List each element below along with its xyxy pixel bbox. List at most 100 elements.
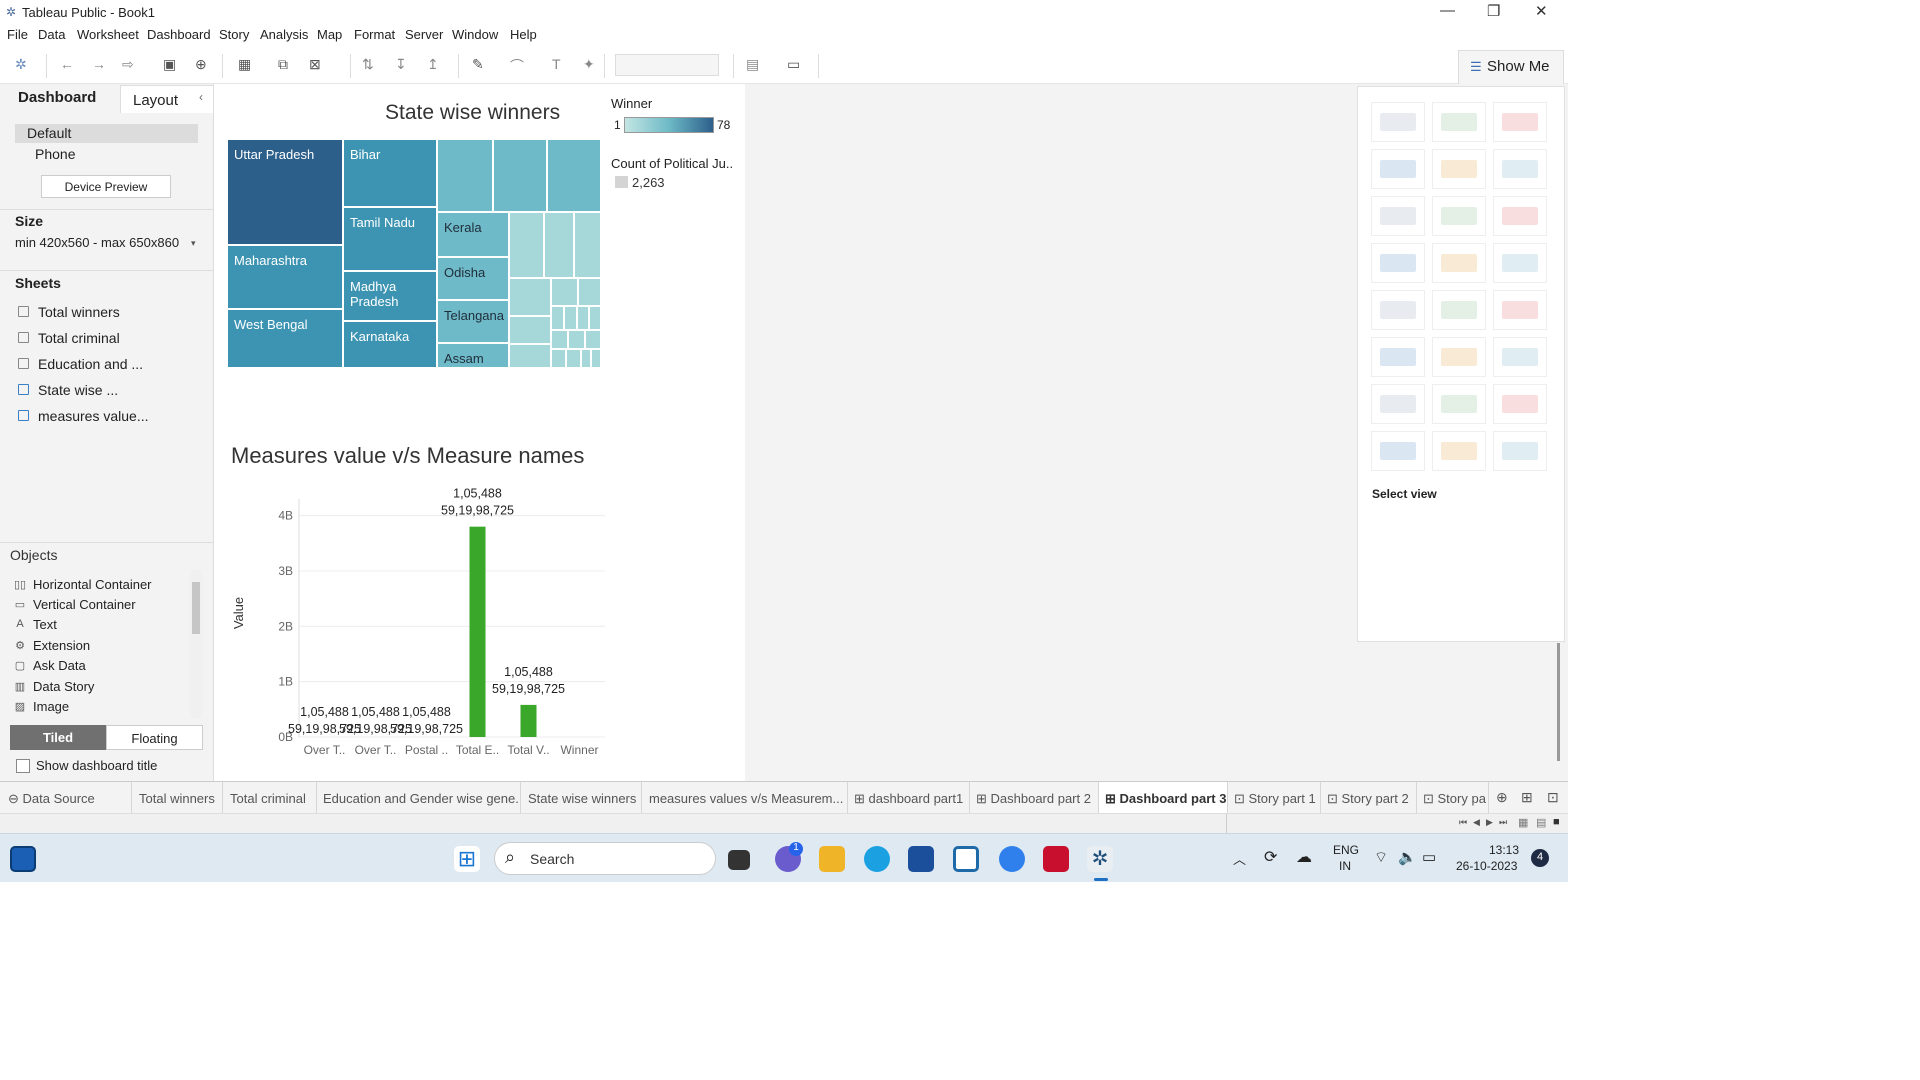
minimize-icon[interactable]: — bbox=[1440, 2, 1455, 19]
menu-dashboard[interactable]: Dashboard bbox=[147, 27, 211, 42]
group-icon[interactable]: ⌒ bbox=[510, 56, 524, 76]
new-worksheet-icon[interactable]: ▦ bbox=[238, 56, 251, 73]
film-strip-icon[interactable]: ▤ bbox=[1536, 816, 1546, 829]
object-ask-data[interactable]: Ask Data bbox=[33, 658, 86, 673]
treemap-cell[interactable]: Madhya Pradesh bbox=[343, 271, 437, 321]
objects-scrollbar[interactable] bbox=[190, 570, 202, 718]
new-data-source-icon[interactable]: ⊕ bbox=[195, 56, 207, 73]
object-image[interactable]: Image bbox=[33, 699, 69, 714]
chart-type-thumbnail[interactable] bbox=[1432, 243, 1486, 283]
sheet-sorter-icon[interactable]: ▦ bbox=[1518, 816, 1528, 829]
chevron-down-icon[interactable]: ▾ bbox=[191, 238, 196, 249]
treemap-cell[interactable] bbox=[568, 330, 585, 349]
search-box[interactable]: ⌕ Search bbox=[494, 842, 716, 875]
treemap-cell[interactable] bbox=[544, 212, 574, 278]
chart-type-thumbnail[interactable] bbox=[1371, 431, 1425, 471]
tab-total-criminal[interactable]: Total criminal bbox=[223, 782, 317, 814]
sheet-item-measures-value[interactable]: measures value... bbox=[38, 408, 149, 424]
task-view-icon[interactable] bbox=[728, 850, 750, 870]
chart-type-thumbnail[interactable] bbox=[1432, 290, 1486, 330]
treemap-cell[interactable] bbox=[585, 330, 601, 349]
chart-type-thumbnail[interactable] bbox=[1371, 102, 1425, 142]
chart-type-thumbnail[interactable] bbox=[1493, 243, 1547, 283]
tab-story-part3[interactable]: ⊡ Story pa bbox=[1417, 782, 1489, 814]
show-me-button[interactable]: ☰ Show Me bbox=[1458, 50, 1564, 84]
collapse-panel-icon[interactable]: ‹ bbox=[199, 90, 203, 104]
pin-icon[interactable]: ✦ bbox=[583, 56, 595, 73]
replay-icon[interactable]: ⇨ bbox=[122, 56, 134, 73]
treemap-cell[interactable] bbox=[493, 139, 547, 212]
tab-story-part1[interactable]: ⊡ Story part 1 bbox=[1228, 782, 1321, 814]
treemap-cell[interactable] bbox=[581, 349, 591, 368]
object-text[interactable]: Text bbox=[33, 617, 57, 632]
sort-ascending-icon[interactable]: ↧ bbox=[395, 56, 407, 73]
treemap-cell[interactable]: Tamil Nadu bbox=[343, 207, 437, 271]
redo-icon[interactable]: → bbox=[92, 56, 106, 72]
chart-type-thumbnail[interactable] bbox=[1493, 102, 1547, 142]
sheet-item-state-wise[interactable]: State wise ... bbox=[38, 382, 118, 398]
chart-type-thumbnail[interactable] bbox=[1493, 196, 1547, 236]
chart-type-thumbnail[interactable] bbox=[1493, 431, 1547, 471]
device-default[interactable]: Default bbox=[15, 124, 198, 143]
chevron-up-icon[interactable]: ︿ bbox=[1233, 849, 1246, 868]
start-icon[interactable]: ⊞ bbox=[454, 846, 480, 872]
menu-worksheet[interactable]: Worksheet bbox=[77, 27, 139, 42]
clock-time[interactable]: 13:13 bbox=[1489, 843, 1519, 857]
restore-icon[interactable]: ❐ bbox=[1487, 2, 1500, 20]
chart-type-thumbnail[interactable] bbox=[1493, 337, 1547, 377]
highlight-icon[interactable]: ✎ bbox=[472, 56, 484, 73]
treemap-cell[interactable]: Odisha bbox=[437, 257, 509, 300]
chart-type-thumbnail[interactable] bbox=[1432, 149, 1486, 189]
chart-type-thumbnail[interactable] bbox=[1371, 384, 1425, 424]
battery-icon[interactable]: ▭ bbox=[1422, 848, 1436, 866]
sheet-item-total-criminal[interactable]: Total criminal bbox=[38, 330, 120, 346]
tabs-view-icon[interactable]: ■ bbox=[1553, 816, 1560, 828]
tab-story-part2[interactable]: ⊡ Story part 2 bbox=[1321, 782, 1417, 814]
chart-type-thumbnail[interactable] bbox=[1493, 384, 1547, 424]
menu-file[interactable]: File bbox=[7, 27, 28, 42]
treemap-cell[interactable] bbox=[566, 349, 581, 368]
treemap-cell[interactable] bbox=[437, 139, 493, 212]
treemap-cell[interactable] bbox=[551, 349, 566, 368]
treemap-cell[interactable]: Kerala bbox=[437, 212, 509, 257]
tab-dashboard-part2[interactable]: ⊞ Dashboard part 2 bbox=[970, 782, 1099, 814]
chart-type-thumbnail[interactable] bbox=[1371, 337, 1425, 377]
treemap-cell[interactable] bbox=[578, 278, 601, 306]
treemap-cell[interactable]: Assam bbox=[437, 343, 509, 368]
treemap-cell[interactable] bbox=[509, 344, 551, 368]
treemap-cell[interactable] bbox=[589, 306, 601, 330]
tab-total-winners[interactable]: Total winners bbox=[132, 782, 223, 814]
menu-analysis[interactable]: Analysis bbox=[260, 27, 308, 42]
chart-type-thumbnail[interactable] bbox=[1432, 431, 1486, 471]
volume-icon[interactable]: 🔈 bbox=[1398, 848, 1417, 866]
new-dashboard-tab-icon[interactable]: ⊞ bbox=[1521, 789, 1533, 806]
chart-type-thumbnail[interactable] bbox=[1432, 384, 1486, 424]
treemap-cell[interactable]: Maharashtra bbox=[227, 245, 343, 309]
undo-icon[interactable]: ← bbox=[60, 56, 74, 72]
new-worksheet-tab-icon[interactable]: ⊕ bbox=[1496, 789, 1508, 806]
tab-measures-values[interactable]: measures values v/s Measurem... bbox=[642, 782, 848, 814]
sheet-item-education[interactable]: Education and ... bbox=[38, 356, 143, 372]
show-cards-icon[interactable]: ▤ bbox=[746, 56, 759, 73]
object-data-story[interactable]: Data Story bbox=[33, 679, 94, 694]
chart-type-thumbnail[interactable] bbox=[1493, 149, 1547, 189]
sheet-item-total-winners[interactable]: Total winners bbox=[38, 304, 120, 320]
treemap-cell[interactable] bbox=[551, 306, 564, 330]
chart-type-thumbnail[interactable] bbox=[1371, 290, 1425, 330]
presentation-mode-icon[interactable]: ▭ bbox=[787, 56, 800, 73]
treemap-cell[interactable] bbox=[591, 349, 601, 368]
tab-dashboard[interactable]: Dashboard bbox=[18, 89, 96, 113]
duplicate-icon[interactable]: ⧉ bbox=[278, 56, 288, 73]
tab-state-wise-winners[interactable]: State wise winners bbox=[521, 782, 642, 814]
size-dropdown[interactable]: min 420x560 - max 650x860 bbox=[15, 235, 179, 250]
language-label[interactable]: ENG bbox=[1333, 843, 1359, 857]
treemap-cell[interactable] bbox=[574, 212, 601, 278]
treemap-cell[interactable] bbox=[509, 278, 551, 316]
network-cloud-icon[interactable]: ☁ bbox=[1296, 847, 1312, 867]
object-horizontal-container[interactable]: Horizontal Container bbox=[33, 577, 152, 592]
treemap-cell[interactable] bbox=[547, 139, 601, 212]
treemap-cell[interactable] bbox=[509, 212, 544, 278]
chart-type-thumbnail[interactable] bbox=[1432, 337, 1486, 377]
label-icon[interactable]: T bbox=[552, 56, 561, 72]
device-preview-button[interactable]: Device Preview bbox=[41, 175, 171, 198]
